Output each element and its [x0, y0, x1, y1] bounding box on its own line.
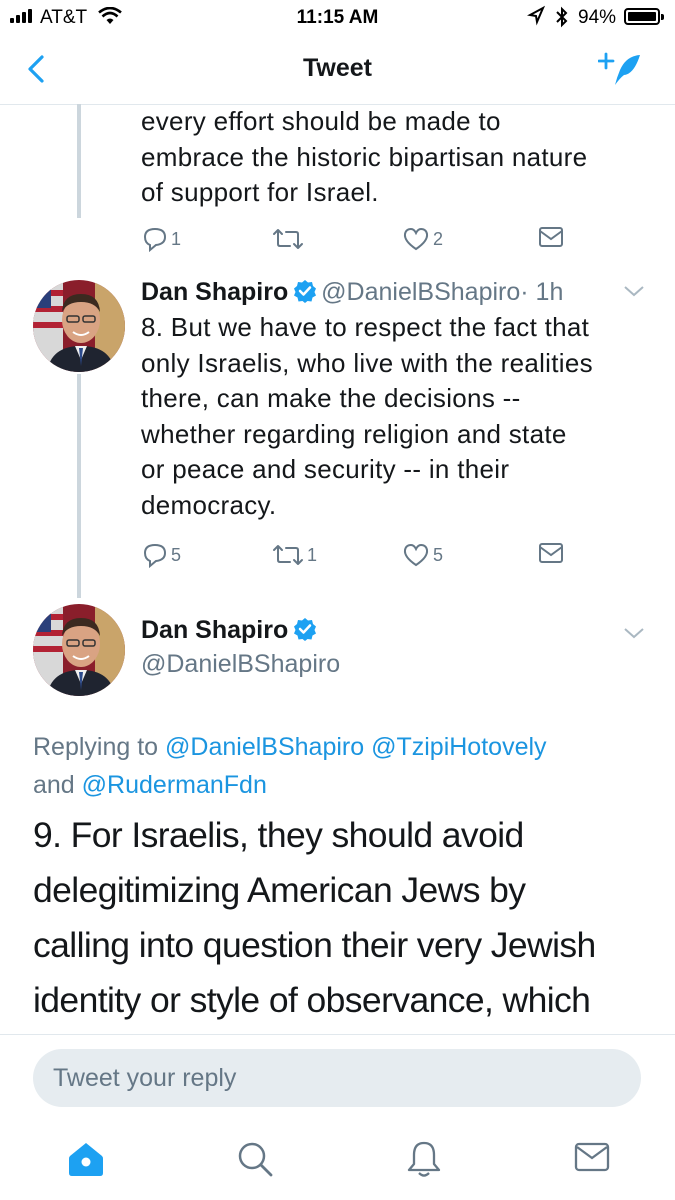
reply-input[interactable]: [33, 1049, 641, 1107]
display-name[interactable]: Dan Shapiro: [141, 616, 288, 644]
like-icon: [403, 227, 429, 251]
clock: 11:15 AM: [296, 7, 379, 28]
dm-button[interactable]: [538, 542, 564, 564]
handle[interactable]: @DanielBShapiro: [321, 278, 520, 306]
tweet-menu-button[interactable]: [622, 283, 646, 304]
retweet-button[interactable]: [272, 226, 304, 252]
reply-count: 5: [171, 544, 182, 565]
search-icon: [238, 1142, 273, 1177]
mention-link[interactable]: @RudermanFdn: [82, 771, 267, 799]
location-icon: [526, 5, 546, 33]
tab-search[interactable]: [236, 1140, 274, 1183]
verified-badge-icon: [293, 617, 317, 646]
and-label: and: [33, 771, 75, 799]
compose-button[interactable]: [597, 50, 644, 93]
mention-link[interactable]: @DanielBShapiro: [165, 733, 364, 761]
like-button[interactable]: 2: [402, 226, 443, 252]
reply-icon: [143, 543, 167, 568]
status-bar: AT&T 11:15 AM 94%: [0, 0, 675, 36]
thread-connector: [77, 104, 81, 218]
mention-link[interactable]: @TzipiHotovely: [371, 733, 546, 761]
handle[interactable]: @DanielBShapiro: [141, 650, 340, 679]
like-button[interactable]: 5: [402, 542, 443, 568]
reply-count: 1: [171, 228, 182, 249]
reply-button[interactable]: 5: [142, 542, 181, 568]
battery-percent: 94%: [578, 7, 617, 28]
home-icon: [69, 1143, 103, 1176]
timestamp: · 1h: [520, 278, 564, 306]
verified-badge-icon: [293, 279, 317, 308]
dm-button[interactable]: [538, 226, 564, 248]
retweet-count: 1: [307, 544, 318, 565]
tweet-text: every effort should be made to embrace t…: [141, 106, 588, 207]
chevron-down-icon: [624, 628, 644, 639]
tab-messages[interactable]: [574, 1140, 610, 1179]
compose-icon: [597, 52, 640, 85]
replying-to-label: Replying to: [33, 733, 159, 761]
avatar[interactable]: [33, 604, 125, 696]
like-count: 5: [433, 544, 444, 565]
tweet-header: Dan Shapiro @DanielBShapiro· 1h: [141, 276, 563, 307]
tweet-text: 8. But we have to respect the fact that …: [141, 312, 593, 520]
reply-button[interactable]: 1: [142, 226, 181, 252]
avatar[interactable]: [33, 280, 125, 372]
dm-icon: [539, 227, 563, 247]
battery-icon: [624, 8, 664, 25]
avatar-image: [33, 604, 125, 696]
reply-icon: [143, 227, 167, 252]
tweet-actions: 1 2: [0, 226, 675, 256]
tab-home[interactable]: [66, 1140, 106, 1183]
tweet-actions: 5 1 5: [0, 542, 675, 572]
like-icon: [403, 543, 429, 567]
tab-bar: [0, 1122, 675, 1200]
replying-to: Replying to @DanielBShapiro @TzipiHotove…: [33, 728, 653, 804]
tab-notifications[interactable]: [406, 1140, 442, 1183]
like-count: 2: [433, 228, 444, 249]
chevron-down-icon: [624, 286, 644, 297]
retweet-icon: [273, 545, 303, 565]
tweet-menu-button[interactable]: [622, 625, 646, 646]
nav-bar: Tweet: [0, 36, 675, 105]
messages-icon: [574, 1142, 610, 1172]
main-tweet-header: Dan Shapiro: [141, 614, 317, 645]
reply-bar: [0, 1034, 675, 1123]
retweet-button[interactable]: 1: [272, 542, 317, 568]
bluetooth-icon: [555, 6, 569, 34]
notifications-icon: [407, 1141, 441, 1177]
retweet-icon: [273, 229, 303, 249]
page-title: Tweet: [303, 54, 372, 82]
dm-icon: [539, 543, 563, 563]
main-tweet-text: 9. For Israelis, they should avoid deleg…: [33, 815, 596, 1020]
avatar-image: [33, 280, 125, 372]
display-name[interactable]: Dan Shapiro: [141, 278, 288, 306]
